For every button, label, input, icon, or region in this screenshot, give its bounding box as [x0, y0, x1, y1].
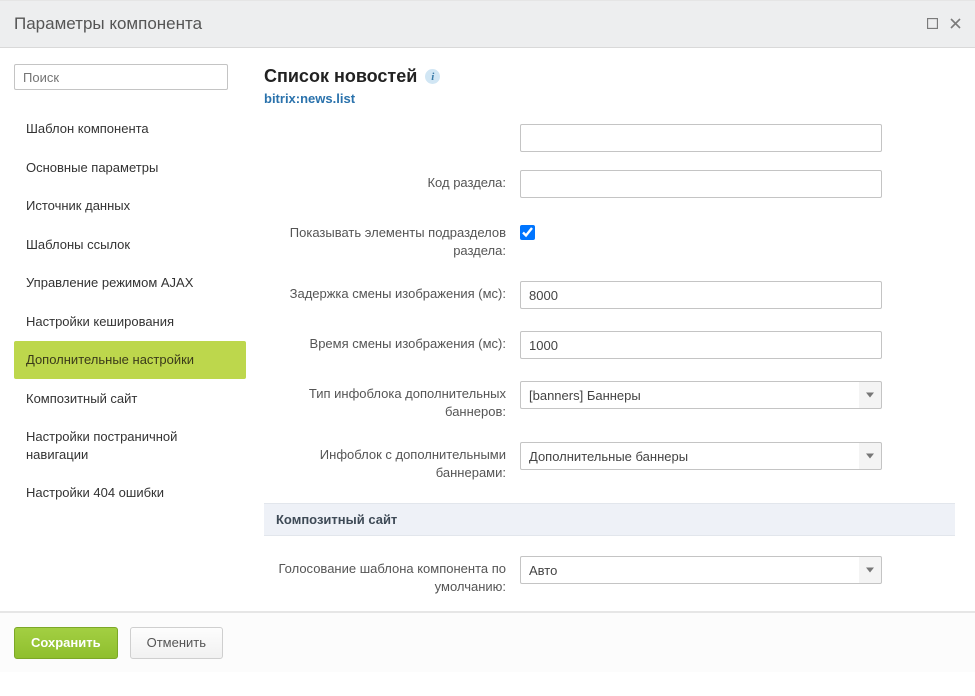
sidebar-item-label: Дополнительные настройки	[26, 352, 194, 367]
row-include-subsections: Показывать элементы подразделов раздела:	[264, 220, 955, 259]
sidebar-item-label: Источник данных	[26, 198, 130, 213]
label-top	[264, 124, 520, 128]
sidebar-item-template[interactable]: Шаблон компонента	[14, 110, 246, 148]
save-button[interactable]: Сохранить	[14, 627, 118, 659]
iblock-select[interactable]: Дополнительные баннеры	[520, 442, 882, 470]
sidebar-item-label: Управление режимом AJAX	[26, 275, 193, 290]
search-input[interactable]	[14, 64, 228, 90]
field-top[interactable]	[520, 124, 882, 152]
sidebar-item-label: Настройки кеширования	[26, 314, 174, 329]
sidebar-item-pagination[interactable]: Настройки постраничной навигации	[14, 418, 246, 473]
label-iblock: Инфоблок с дополнительными баннерами:	[264, 442, 520, 481]
label-iblock-type: Тип инфоблока дополнительных баннеров:	[264, 381, 520, 420]
sidebar-item-main-params[interactable]: Основные параметры	[14, 149, 246, 187]
iblock-type-select[interactable]: [banners] Баннеры	[520, 381, 882, 409]
dialog-body: Шаблон компонента Основные параметры Ист…	[0, 48, 975, 612]
include-subsections-checkbox[interactable]	[520, 225, 535, 240]
info-icon[interactable]: i	[425, 69, 440, 84]
sidebar-item-label: Основные параметры	[26, 160, 158, 175]
section-header-composite: Композитный сайт	[264, 503, 955, 536]
row-section-code: Код раздела:	[264, 170, 955, 198]
sidebar: Шаблон компонента Основные параметры Ист…	[0, 48, 258, 611]
sidebar-item-composite[interactable]: Композитный сайт	[14, 380, 246, 418]
row-template-vote: Голосование шаблона компонента по умолча…	[264, 556, 955, 595]
sidebar-item-label: Настройки постраничной навигации	[26, 429, 177, 462]
dialog-window-controls	[927, 17, 961, 31]
page-title: Список новостей	[264, 66, 417, 87]
sidebar-item-label: Композитный сайт	[26, 391, 137, 406]
dialog-title: Параметры компонента	[14, 14, 202, 34]
dialog-titlebar: Параметры компонента	[0, 0, 975, 48]
maximize-icon[interactable]	[927, 17, 938, 31]
sidebar-item-cache[interactable]: Настройки кеширования	[14, 303, 246, 341]
label-template-vote: Голосование шаблона компонента по умолча…	[264, 556, 520, 595]
label-image-speed: Время смены изображения (мс):	[264, 331, 520, 353]
sidebar-item-label: Настройки 404 ошибки	[26, 485, 164, 500]
sidebar-nav: Шаблон компонента Основные параметры Ист…	[14, 110, 246, 512]
label-include-subsections: Показывать элементы подразделов раздела:	[264, 220, 520, 259]
row-iblock: Инфоблок с дополнительными баннерами: До…	[264, 442, 955, 481]
form-scroll-area[interactable]: Код раздела: Показывать элементы подразд…	[258, 114, 969, 611]
sidebar-item-label: Шаблоны ссылок	[26, 237, 130, 252]
sidebar-item-data-source[interactable]: Источник данных	[14, 187, 246, 225]
sidebar-item-404[interactable]: Настройки 404 ошибки	[14, 474, 246, 512]
section-code-input[interactable]	[520, 170, 882, 198]
image-speed-input[interactable]	[520, 331, 882, 359]
main-header: Список новостей i bitrix:news.list	[258, 48, 969, 114]
sidebar-item-additional[interactable]: Дополнительные настройки	[14, 341, 246, 379]
row-image-delay: Задержка смены изображения (мс):	[264, 281, 955, 309]
cancel-button[interactable]: Отменить	[130, 627, 223, 659]
sidebar-item-ajax[interactable]: Управление режимом AJAX	[14, 264, 246, 302]
label-image-delay: Задержка смены изображения (мс):	[264, 281, 520, 303]
label-section-code: Код раздела:	[264, 170, 520, 192]
row-image-speed: Время смены изображения (мс):	[264, 331, 955, 359]
row-iblock-type: Тип инфоблока дополнительных баннеров: […	[264, 381, 955, 420]
sidebar-item-label: Шаблон компонента	[26, 121, 149, 136]
main-panel: Список новостей i bitrix:news.list Код р…	[258, 48, 975, 611]
template-vote-select[interactable]: Авто	[520, 556, 882, 584]
sidebar-item-link-templates[interactable]: Шаблоны ссылок	[14, 226, 246, 264]
row-hidden-top	[264, 124, 955, 152]
image-delay-input[interactable]	[520, 281, 882, 309]
dialog-footer: Сохранить Отменить	[0, 612, 975, 672]
component-code: bitrix:news.list	[264, 91, 963, 106]
close-icon[interactable]	[950, 17, 961, 31]
